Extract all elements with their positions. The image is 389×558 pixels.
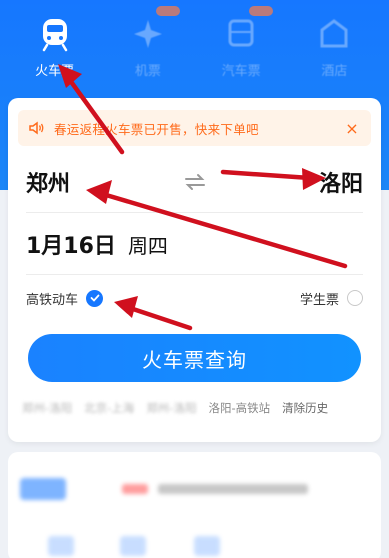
tab-bus-label: 汽车票: [221, 64, 261, 79]
close-icon[interactable]: ×: [343, 119, 361, 138]
clear-history-link[interactable]: 清除历史: [282, 400, 328, 416]
speaker-icon: [29, 121, 44, 135]
departure-city[interactable]: 郑州: [26, 166, 70, 198]
departure-date: 1月16日: [26, 234, 116, 259]
history-item[interactable]: 北京-上海: [84, 400, 134, 416]
route-row: 郑州 洛阳: [26, 160, 363, 204]
high-speed-label: 高铁动车: [26, 292, 79, 308]
watermark-url: jingyan.baidu.com: [280, 535, 364, 545]
tab-bus[interactable]: 汽车票: [205, 0, 277, 92]
search-history: 郑州-洛阳 北京-上海 郑州-洛阳 洛阳-高铁站 清除历史: [22, 400, 377, 416]
history-item[interactable]: 郑州-洛阳: [146, 400, 196, 416]
new-badge: [249, 6, 274, 16]
paw-icon: ❀: [298, 513, 312, 531]
student-ticket-option[interactable]: 学生票: [300, 289, 363, 308]
divider: [26, 212, 363, 213]
ticket-options: 高铁动车 学生票: [26, 286, 363, 310]
history-item[interactable]: 郑州-洛阳: [22, 400, 72, 416]
date-picker[interactable]: 1月16日 周四: [26, 228, 168, 264]
tab-hotel[interactable]: 酒店: [298, 0, 370, 92]
history-item[interactable]: 洛阳-高铁站: [208, 400, 270, 416]
high-speed-option[interactable]: 高铁动车: [26, 289, 104, 308]
plane-icon: [133, 20, 162, 48]
hotel-icon: [320, 19, 348, 48]
tab-plane-label: 机票: [134, 64, 161, 79]
watermark-logo: Bai ❀ du 经验: [268, 508, 366, 536]
train-icon: [42, 19, 67, 52]
watermark-jingyan: 经验: [339, 516, 366, 532]
radio-button[interactable]: [347, 290, 363, 306]
tab-train[interactable]: 火车票: [19, 0, 91, 92]
promo-notice: 春运返程火车票已开售，快来下单吧 ×: [18, 110, 371, 146]
new-badge: [155, 6, 180, 16]
divider: [26, 274, 363, 275]
search-button[interactable]: 火车票查询: [28, 334, 361, 382]
student-ticket-label: 学生票: [299, 292, 339, 308]
weekday-label: 周四: [127, 234, 168, 258]
tab-hotel-label: 酒店: [321, 64, 348, 79]
tab-train-label: 火车票: [35, 64, 75, 79]
category-nav: 火车票 机票 汽车票 酒店: [0, 0, 389, 92]
ticket-search-card: 春运返程火车票已开售，快来下单吧 × 郑州 洛阳 1月16日 周四 高铁动车 学…: [8, 98, 381, 442]
bus-icon: [228, 19, 254, 47]
watermark-brand: Bai: [268, 512, 297, 532]
watermark-brand-suffix: du: [313, 512, 336, 532]
checkmark-icon[interactable]: [86, 289, 104, 307]
swap-icon[interactable]: [183, 172, 207, 192]
notice-text: 春运返程火车票已开售，快来下单吧: [54, 121, 259, 137]
tab-plane[interactable]: 机票: [112, 0, 184, 92]
arrival-city[interactable]: 洛阳: [319, 166, 363, 198]
